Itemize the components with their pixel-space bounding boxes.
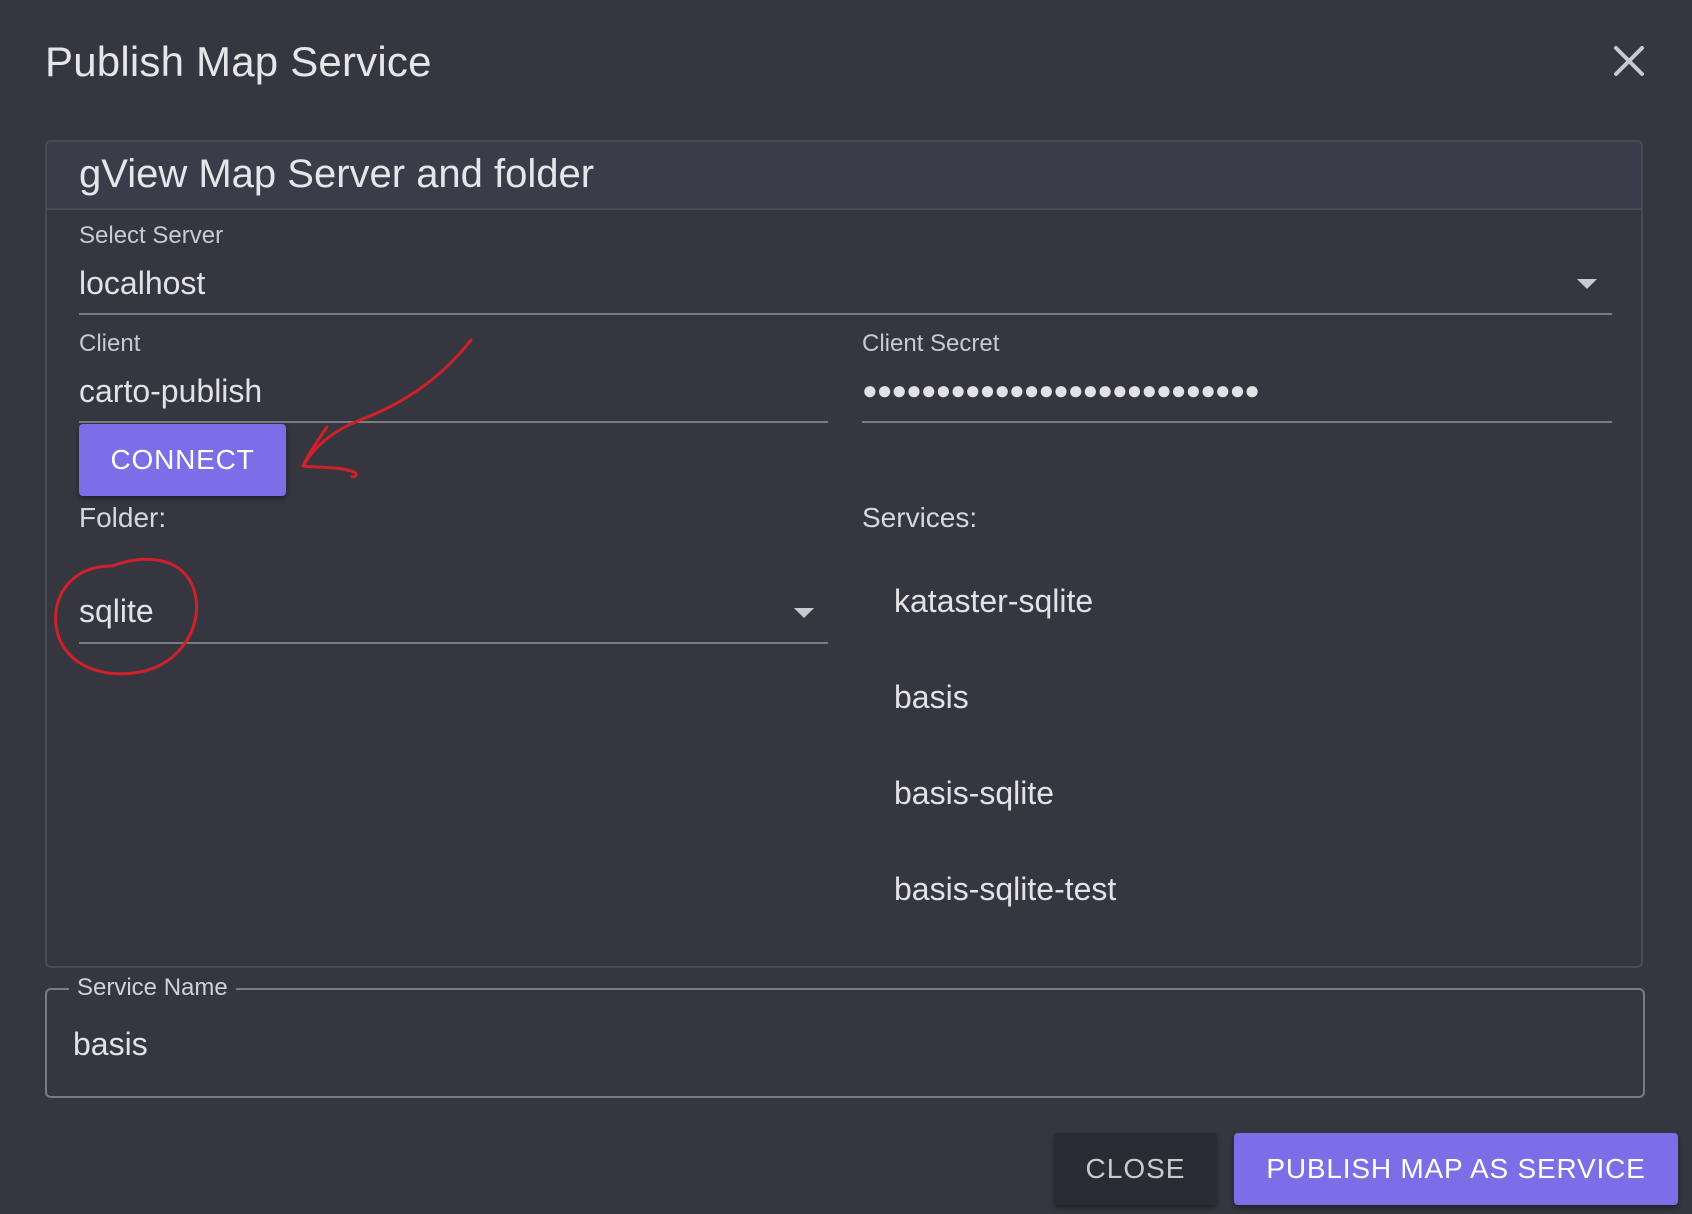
folder-value: sqlite xyxy=(79,593,154,629)
publish-map-as-service-button[interactable]: PUBLISH MAP AS SERVICE xyxy=(1234,1133,1678,1205)
select-server-dropdown[interactable]: localhost xyxy=(79,265,1579,311)
client-secret-label: Client Secret xyxy=(862,330,1000,357)
chevron-down-icon[interactable] xyxy=(1577,279,1597,289)
section-title: gView Map Server and folder xyxy=(79,152,595,196)
folder-label: Folder: xyxy=(79,502,167,533)
service-item[interactable]: basis xyxy=(894,679,969,716)
client-label: Client xyxy=(79,330,141,357)
close-icon[interactable] xyxy=(1604,36,1654,86)
client-secret-value: ●●●●●●●●●●●●●●●●●●●●●●●●●●● xyxy=(862,375,1260,405)
service-name-value: basis xyxy=(73,1026,148,1062)
client-value: carto-publish xyxy=(79,373,263,409)
service-item[interactable]: kataster-sqlite xyxy=(894,583,1093,620)
select-server-label: Select Server xyxy=(79,222,224,249)
folder-underline xyxy=(79,642,828,644)
publish-map-service-dialog: Publish Map Service gView Map Server and… xyxy=(0,0,1692,1214)
service-name-label: Service Name xyxy=(69,974,236,1002)
client-secret-underline xyxy=(862,421,1612,423)
folder-dropdown[interactable]: sqlite xyxy=(79,593,824,639)
service-item[interactable]: basis-sqlite xyxy=(894,775,1054,812)
service-item[interactable]: basis-sqlite-test xyxy=(894,871,1116,908)
service-name-field[interactable]: Service Name basis xyxy=(45,974,1645,1098)
dialog-title: Publish Map Service xyxy=(45,38,432,85)
client-secret-input[interactable]: ●●●●●●●●●●●●●●●●●●●●●●●●●●● xyxy=(862,375,1607,421)
client-underline xyxy=(79,421,828,423)
chevron-down-icon[interactable] xyxy=(794,608,814,618)
select-server-value: localhost xyxy=(79,265,206,301)
services-label: Services: xyxy=(862,502,978,533)
client-input[interactable]: carto-publish xyxy=(79,373,824,419)
select-server-underline xyxy=(79,313,1612,315)
section-header: gView Map Server and folder xyxy=(47,142,1641,210)
connect-button[interactable]: CONNECT xyxy=(79,424,286,496)
close-button[interactable]: CLOSE xyxy=(1054,1133,1217,1205)
